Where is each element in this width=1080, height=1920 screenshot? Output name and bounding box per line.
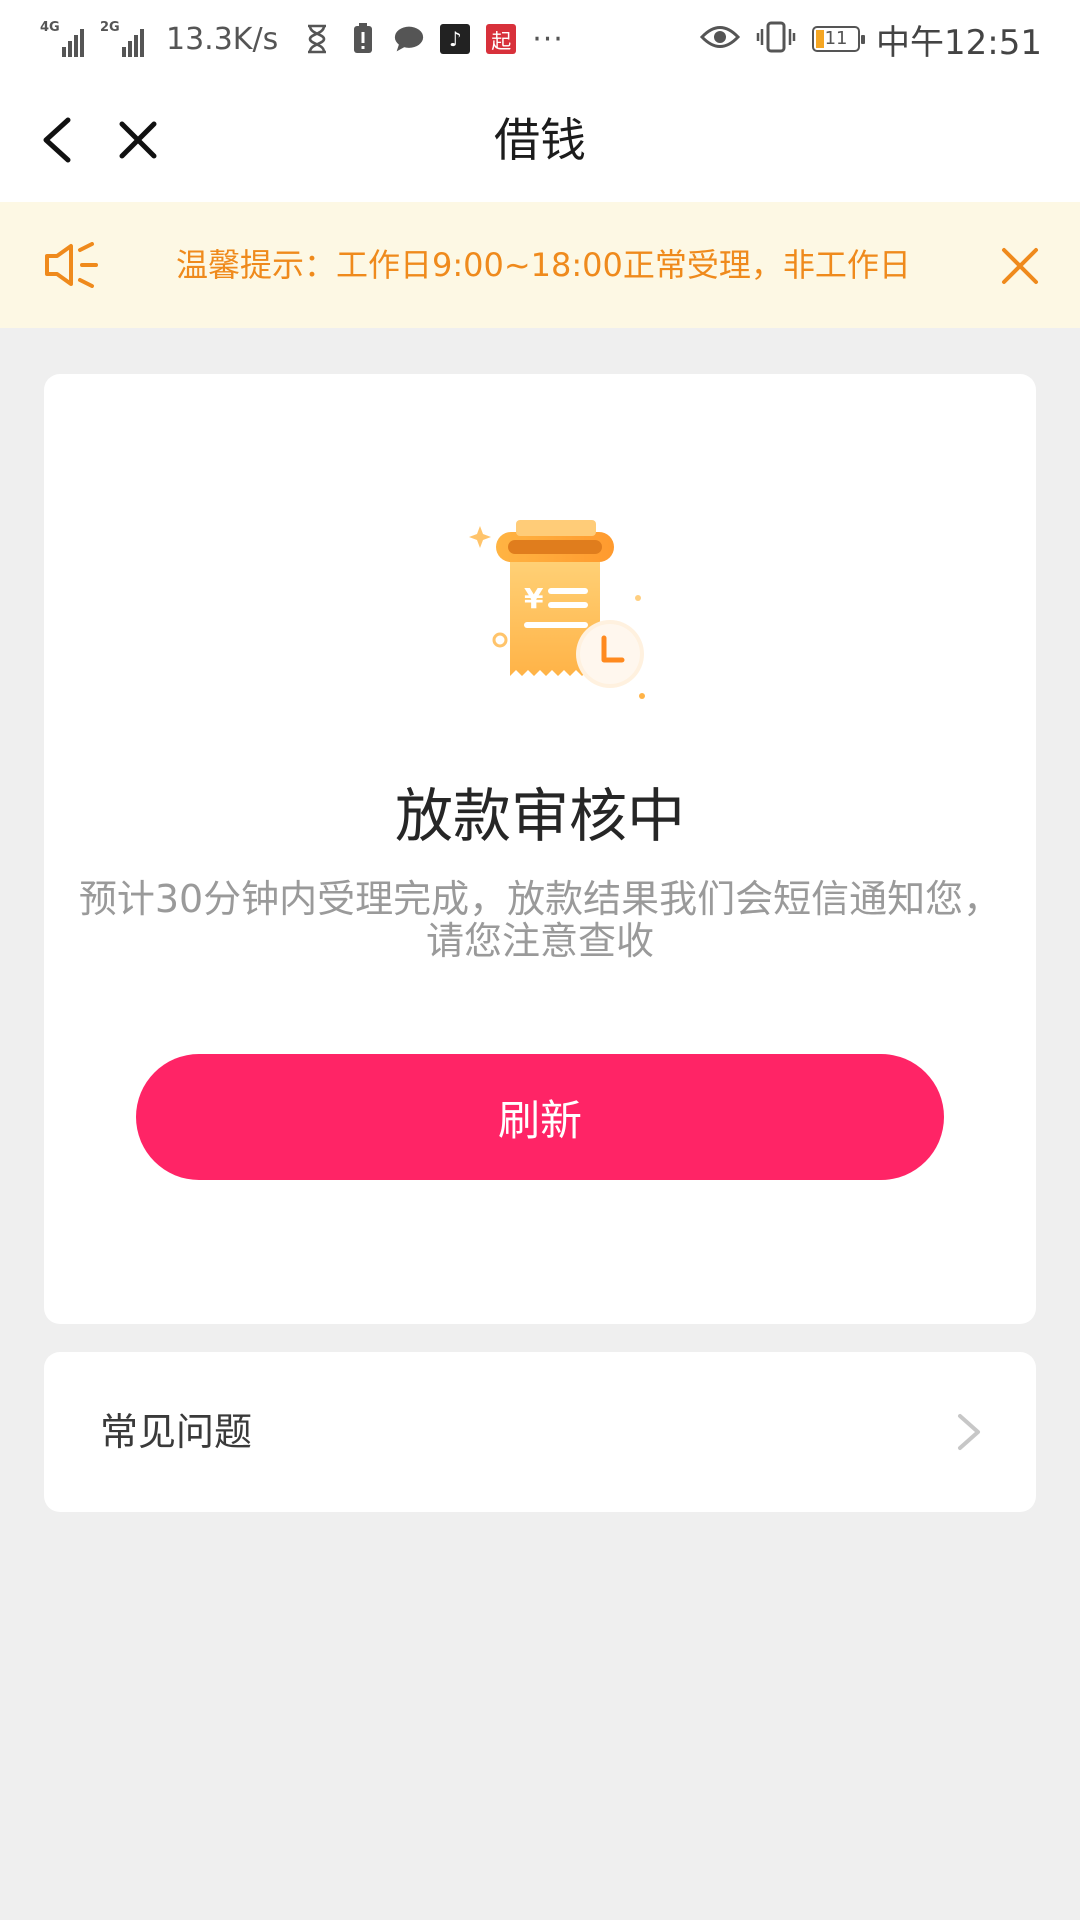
faq-row[interactable]: 常见问题 xyxy=(44,1352,1036,1512)
signal-icon: 2G xyxy=(100,21,144,57)
network-speed: 13.3K/s xyxy=(166,21,279,57)
faq-label: 常见问题 xyxy=(100,1410,253,1454)
status-bar-left: 4G 2G 13.3K/s ♪ 起 ··· xyxy=(40,16,564,62)
chat-bubble-icon xyxy=(394,24,424,54)
loan-status-card: ¥ 放款审核中 预计30分钟内受理完成，放款结果我们会短信通知您，请您注意查收 … xyxy=(44,374,1036,1324)
tiktok-icon: ♪ xyxy=(440,24,471,54)
notice-text: 温馨提示：工作日9:00~18:00正常受理，非工作日 xyxy=(176,246,911,284)
status-bar-right: 11 中午12:51 xyxy=(699,16,1042,63)
status-bar: 4G 2G 13.3K/s ♪ 起 ··· 11 中午12:51 xyxy=(0,0,1080,78)
status-title: 放款审核中 xyxy=(394,782,685,850)
speaker-icon xyxy=(44,242,100,288)
close-icon xyxy=(1002,248,1038,284)
network-type-2: 2G xyxy=(100,20,120,35)
hourglass-icon xyxy=(302,24,332,54)
battery-icon: 11 xyxy=(812,26,866,52)
svg-text:¥: ¥ xyxy=(524,582,544,615)
app-qi-icon: 起 xyxy=(486,24,517,54)
vibrate-icon xyxy=(756,21,796,57)
chevron-right-icon xyxy=(954,1410,984,1454)
alert-icon xyxy=(348,23,378,54)
notice-banner: 温馨提示：工作日9:00~18:00正常受理，非工作日 xyxy=(0,202,1080,328)
page-title: 借钱 xyxy=(494,113,586,167)
clock: 中午12:51 xyxy=(876,22,1042,63)
nav-bar: 借钱 xyxy=(0,78,1080,202)
network-type-1: 4G xyxy=(40,20,60,35)
eye-icon xyxy=(699,22,741,56)
signal-icon: 4G xyxy=(40,21,84,57)
more-notifications-icon: ··· xyxy=(532,21,564,57)
status-description: 预计30分钟内受理完成，放款结果我们会短信通知您，请您注意查收 xyxy=(78,877,1002,963)
receipt-clock-icon: ¥ xyxy=(424,504,664,724)
notice-close-button[interactable] xyxy=(998,244,1042,288)
refresh-button[interactable]: 刷新 xyxy=(136,1054,944,1180)
battery-level: 11 xyxy=(824,28,848,49)
